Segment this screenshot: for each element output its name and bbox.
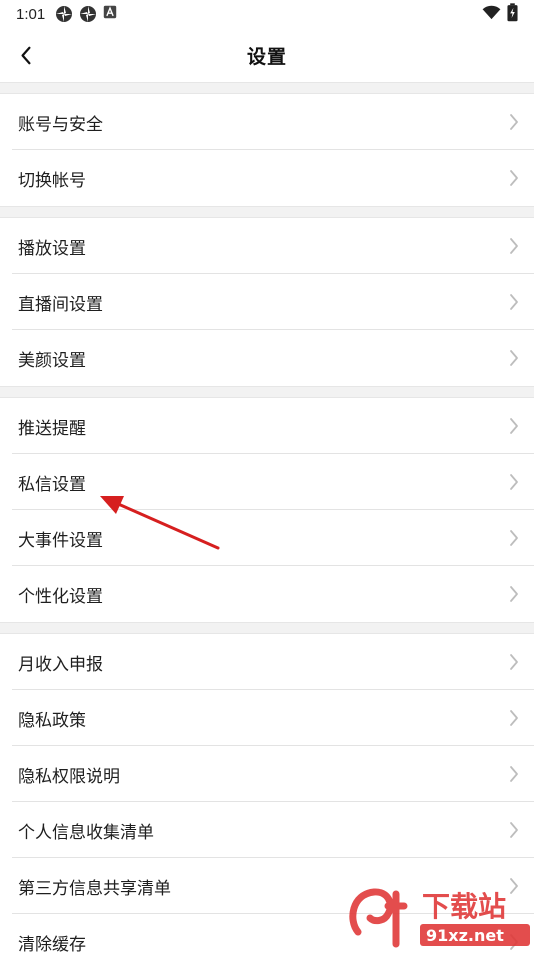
settings-item-label: 私信设置 [18, 474, 86, 495]
group-separator [0, 622, 534, 634]
settings-item-label: 账号与安全 [18, 114, 103, 135]
settings-item-label: 隐私权限说明 [18, 766, 120, 787]
pinwheel-icon [55, 5, 73, 23]
svg-text:下载站: 下载站 [422, 890, 506, 923]
settings-item-beauty[interactable]: 美颜设置 [0, 330, 534, 386]
settings-item-label: 切换帐号 [18, 170, 86, 191]
settings-item-label: 美颜设置 [18, 350, 86, 371]
settings-item-private-message[interactable]: 私信设置 [0, 454, 534, 510]
chevron-right-icon [510, 766, 518, 782]
settings-item-income-declaration[interactable]: 月收入申报 [0, 634, 534, 690]
settings-item-label: 播放设置 [18, 238, 86, 259]
chevron-right-icon [510, 474, 518, 490]
group-separator [0, 82, 534, 94]
chevron-right-icon [510, 170, 518, 186]
back-button[interactable] [12, 40, 40, 70]
chevron-right-icon [510, 418, 518, 434]
chevron-right-icon [510, 350, 518, 366]
page-title: 设置 [246, 45, 287, 68]
group-separator [0, 206, 534, 218]
svg-text:91xz.net: 91xz.net [426, 926, 504, 945]
settings-item-privacy-policy[interactable]: 隐私政策 [0, 690, 534, 746]
wifi-icon [482, 5, 501, 24]
group-separator [0, 386, 534, 398]
settings-item-label: 直播间设置 [18, 294, 103, 315]
settings-group-playback: 播放设置 直播间设置 美颜设置 [0, 218, 534, 386]
settings-item-label: 个性化设置 [18, 586, 103, 607]
settings-list: 账号与安全 切换帐号 播放设置 直播间设置 美颜设置 推送提醒 私信设置 大事件… [0, 82, 534, 970]
settings-item-push[interactable]: 推送提醒 [0, 398, 534, 454]
nav-bar: 设置 [0, 28, 534, 82]
settings-group-notifications: 推送提醒 私信设置 大事件设置 个性化设置 [0, 398, 534, 622]
settings-item-label: 大事件设置 [18, 530, 103, 551]
settings-item-label: 第三方信息共享清单 [18, 878, 171, 899]
settings-item-playback[interactable]: 播放设置 [0, 218, 534, 274]
settings-item-label: 清除缓存 [18, 934, 86, 955]
chevron-right-icon [510, 586, 518, 602]
a-badge-icon [103, 5, 121, 23]
status-bar: 1:01 [0, 0, 534, 28]
pinwheel-icon [79, 5, 97, 23]
settings-item-label: 隐私政策 [18, 710, 86, 731]
settings-item-switch-account[interactable]: 切换帐号 [0, 150, 534, 206]
chevron-right-icon [510, 654, 518, 670]
settings-item-live-room[interactable]: 直播间设置 [0, 274, 534, 330]
status-time: 1:01 [16, 5, 46, 23]
chevron-right-icon [510, 238, 518, 254]
settings-item-permissions[interactable]: 隐私权限说明 [0, 746, 534, 802]
chevron-right-icon [510, 114, 518, 130]
chevron-left-icon [21, 46, 31, 64]
chevron-right-icon [510, 530, 518, 546]
settings-item-personalization[interactable]: 个性化设置 [0, 566, 534, 622]
settings-item-account-security[interactable]: 账号与安全 [0, 94, 534, 150]
chevron-right-icon [510, 710, 518, 726]
battery-icon [507, 2, 518, 26]
chevron-right-icon [510, 822, 518, 838]
chevron-right-icon [510, 294, 518, 310]
settings-item-label: 推送提醒 [18, 418, 86, 439]
settings-item-label: 个人信息收集清单 [18, 822, 154, 843]
settings-item-info-collection[interactable]: 个人信息收集清单 [0, 802, 534, 858]
settings-group-account: 账号与安全 切换帐号 [0, 94, 534, 206]
settings-item-label: 月收入申报 [18, 654, 103, 675]
watermark-logo: 下载站 91xz.net [349, 888, 530, 948]
settings-item-major-events[interactable]: 大事件设置 [0, 510, 534, 566]
